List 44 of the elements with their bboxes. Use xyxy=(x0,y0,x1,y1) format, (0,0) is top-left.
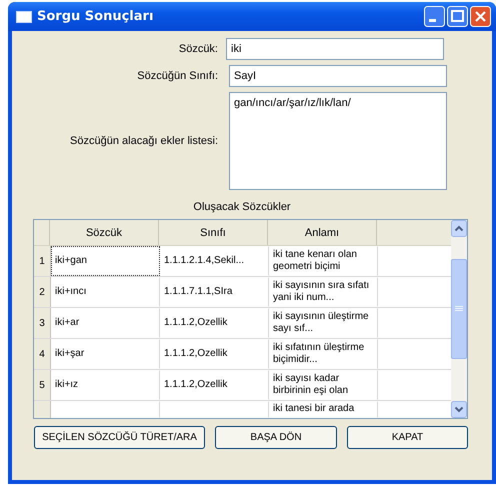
close-button[interactable] xyxy=(470,6,491,27)
row-header[interactable]: 3 xyxy=(34,308,51,338)
window-icon xyxy=(16,10,32,22)
vertical-scrollbar[interactable] xyxy=(451,220,467,418)
table-cell[interactable]: 1.1.1.2.1.4,Sekil... xyxy=(160,246,269,276)
table-cell[interactable]: iki+ıncı xyxy=(51,277,160,307)
maximize-button[interactable] xyxy=(447,6,468,27)
table-cell[interactable]: iki sayısının üleştirme sayı sıf... xyxy=(269,308,378,338)
dialog-button[interactable]: SEÇİLEN SÖZCÜĞÜ TÜRET/ARA xyxy=(34,426,205,449)
row-header[interactable]: 1 xyxy=(34,246,51,276)
text-area[interactable]: gan/ıncı/ar/şar/ız/lık/lan/ xyxy=(229,92,447,190)
minimize-button[interactable] xyxy=(424,6,445,27)
column-header[interactable]: Sözcük xyxy=(50,220,159,245)
table-cell[interactable]: iki sayısının sıra sıfatı yani iki num... xyxy=(269,277,378,307)
table-cell[interactable]: 1.1.1.2,Ozellik xyxy=(160,339,269,369)
text-field[interactable]: iki xyxy=(226,38,444,60)
dialog-button[interactable]: KAPAT xyxy=(347,426,468,449)
scroll-down-icon[interactable] xyxy=(451,401,467,418)
field-label: Sözcüğün alacağı ekler listesi: xyxy=(69,135,219,147)
table-cell[interactable]: iki+ar xyxy=(51,308,160,338)
row-header[interactable]: 5 xyxy=(34,370,51,400)
field-label: Sözcüğün Sınıfı: xyxy=(136,70,219,82)
column-header[interactable]: Anlamı xyxy=(268,220,377,245)
dialog-button[interactable]: BAŞA DÖN xyxy=(215,426,337,449)
table-cell[interactable]: iki+şar xyxy=(51,339,160,369)
table-cell[interactable]: iki+gan xyxy=(51,246,160,276)
table-cell[interactable]: iki tane kenarı olan geometri biçimi xyxy=(269,246,378,276)
table-cell[interactable]: 1.1.1.2,Ozellik xyxy=(160,308,269,338)
window-title: Sorgu Sonuçları xyxy=(37,9,154,24)
table-cell[interactable]: iki+ız xyxy=(51,370,160,400)
table-title: Oluşacak Sözcükler xyxy=(192,201,292,213)
table-cell[interactable]: 1.1.1.7.1.1,SIra xyxy=(160,277,269,307)
row-header[interactable]: 2 xyxy=(34,277,51,307)
field-label: Sözcük: xyxy=(178,42,219,54)
table-cell[interactable]: iki sayısı kadar birbirinin eşi olan xyxy=(269,370,378,400)
column-header[interactable]: Sınıfı xyxy=(159,220,268,245)
scroll-up-icon[interactable] xyxy=(451,220,467,237)
row-header[interactable]: 4 xyxy=(34,339,51,369)
scroll-thumb[interactable] xyxy=(451,259,467,359)
text-field[interactable]: SayI xyxy=(229,64,447,86)
table-cell[interactable]: 1.1.1.2,Ozellik xyxy=(160,370,269,400)
grip-icon xyxy=(455,306,463,312)
table-cell[interactable]: iki tanesi bir arada xyxy=(269,401,378,418)
table-cell[interactable]: iki sıfatının üleştirme biçimidir... xyxy=(269,339,378,369)
